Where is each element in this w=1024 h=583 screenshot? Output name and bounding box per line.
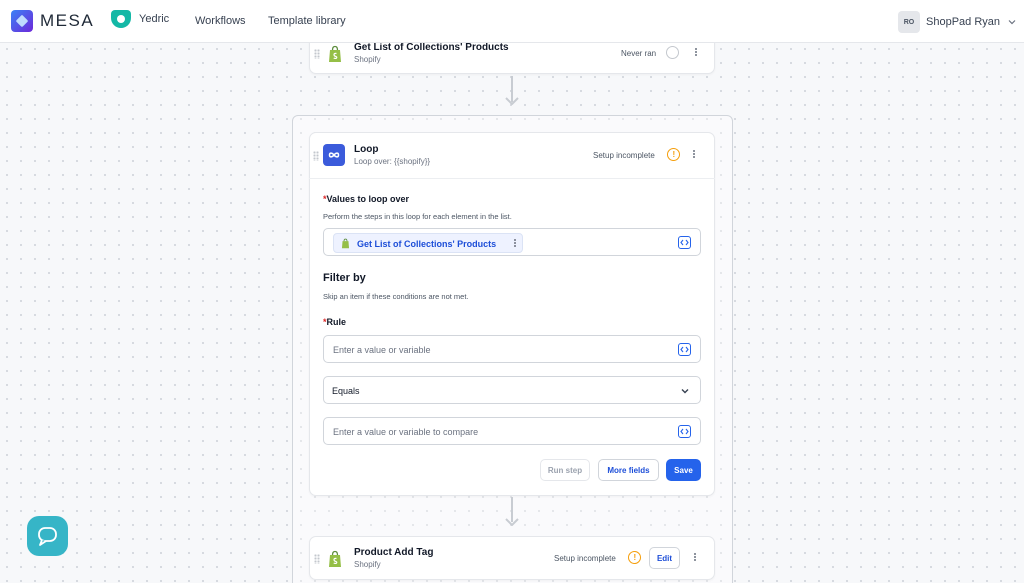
loop-step-title: Loop (354, 144, 379, 155)
save-button[interactable]: Save (666, 459, 701, 481)
rule-input[interactable]: Enter a value or variable (323, 335, 701, 363)
arrow-down-icon (505, 97, 519, 105)
step-app-name: Shopify (354, 55, 381, 64)
chevron-down-icon (681, 389, 689, 394)
workspace-icon (111, 10, 131, 28)
loop-step-icon (323, 144, 345, 166)
shopify-icon (329, 45, 341, 62)
edit-button[interactable]: Edit (649, 547, 680, 569)
drag-handle[interactable] (313, 151, 319, 161)
arrow-down-icon (505, 518, 519, 526)
loop-step-subtitle: Loop over: {{shopify}} (354, 157, 431, 166)
more-fields-button[interactable]: More fields (598, 459, 659, 481)
step-status: Never ran (621, 49, 657, 58)
step-status: Setup incomplete (554, 554, 616, 563)
compare-input[interactable]: Enter a value or variable to compare (323, 417, 701, 445)
insert-variable-icon[interactable] (678, 343, 691, 356)
operator-select-value: Equals (332, 386, 360, 396)
workspace-name: Yedric (139, 13, 170, 25)
mesa-logo-icon (11, 10, 33, 32)
values-help-text: Perform the steps in this loop for each … (323, 212, 512, 221)
insert-variable-icon[interactable] (678, 425, 691, 438)
step-card-product-add-tag[interactable]: Product Add Tag Shopify Setup incomplete… (309, 536, 715, 580)
values-to-loop-field[interactable]: Get List of Collections' Products (323, 228, 701, 256)
filter-by-heading: Filter by (323, 272, 366, 284)
operator-select[interactable]: Equals (323, 376, 701, 404)
variable-chip[interactable]: Get List of Collections' Products (333, 233, 523, 253)
step-title: Get List of Collections' Products (354, 42, 509, 53)
drag-handle[interactable] (314, 49, 320, 59)
chat-launcher-button[interactable] (27, 516, 68, 556)
infinity-icon (328, 152, 340, 158)
workspace-switcher[interactable]: Yedric (111, 10, 169, 28)
shopify-icon (329, 550, 341, 567)
top-nav: MESA Yedric Workflows Template library R… (0, 0, 1024, 43)
mesa-logo[interactable]: MESA (11, 10, 94, 32)
step-title: Product Add Tag (354, 547, 434, 558)
warning-icon: ! (667, 148, 680, 161)
user-menu[interactable]: RO ShopPad Ryan (898, 11, 1018, 33)
user-name: ShopPad Ryan (926, 16, 1000, 28)
shopify-icon (341, 238, 350, 249)
step-menu-icon[interactable] (694, 47, 698, 59)
step-menu-icon[interactable] (693, 552, 697, 564)
avatar: RO (898, 11, 920, 33)
rule-label: *Rule (323, 317, 347, 327)
loop-step-status: Setup incomplete (593, 151, 655, 160)
values-to-loop-label: *Values to loop over (323, 194, 410, 204)
insert-variable-icon[interactable] (678, 236, 691, 249)
brand-name: MESA (40, 11, 95, 30)
rule-input-placeholder: Enter a value or variable (333, 345, 431, 355)
chevron-down-icon (1008, 20, 1016, 25)
variable-chip-label: Get List of Collections' Products (357, 239, 497, 249)
variable-chip-menu-icon[interactable] (513, 238, 517, 250)
nav-workflows[interactable]: Workflows (195, 15, 246, 27)
loop-step-menu-icon[interactable] (692, 149, 696, 161)
card-divider (309, 178, 715, 179)
drag-handle[interactable] (314, 554, 320, 564)
step-app-name: Shopify (354, 560, 381, 569)
never-ran-status-icon (666, 46, 679, 59)
nav-template-library[interactable]: Template library (268, 15, 346, 27)
run-step-button[interactable]: Run step (540, 459, 590, 481)
compare-input-placeholder: Enter a value or variable to compare (333, 427, 479, 437)
warning-icon: ! (628, 551, 641, 564)
filter-help-text: Skip an item if these conditions are not… (323, 292, 469, 301)
chat-bubble-icon (38, 527, 57, 546)
